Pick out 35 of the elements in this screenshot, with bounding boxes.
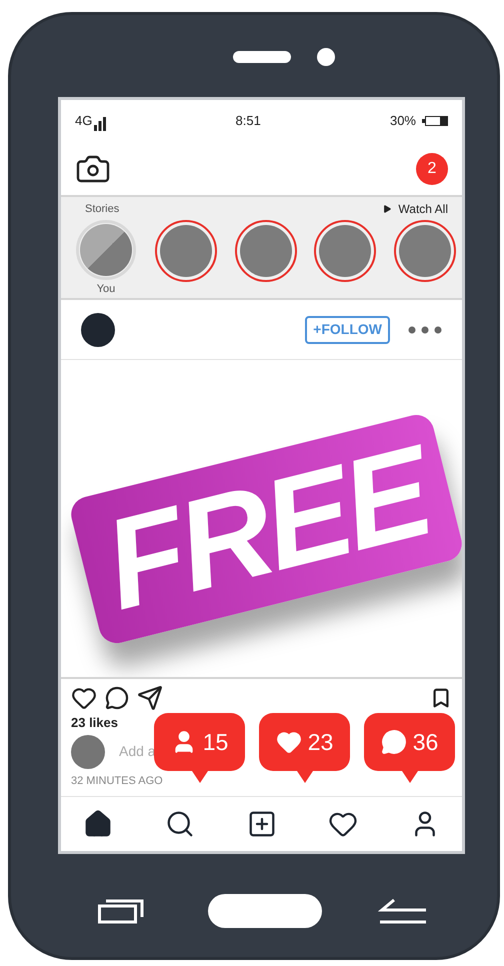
recent-apps-icon[interactable] <box>98 898 144 924</box>
story-avatar[interactable] <box>314 220 376 282</box>
comment-icon[interactable] <box>105 686 129 710</box>
battery-percent: 30% <box>390 112 416 130</box>
notification-badge[interactable]: 2 <box>416 152 448 184</box>
battery-icon <box>422 116 448 126</box>
clock: 8:51 <box>236 112 261 130</box>
bubble-count: 23 <box>308 728 334 756</box>
follow-button[interactable]: +FOLLOW <box>305 316 390 344</box>
back-icon[interactable] <box>378 898 428 924</box>
watch-all-link[interactable]: Watch All <box>382 200 448 218</box>
heart-icon[interactable] <box>71 685 97 711</box>
home-button[interactable] <box>208 894 322 928</box>
bubble-count: 36 <box>412 728 438 756</box>
speech-bubble-icon <box>380 729 407 755</box>
network-label: 4G <box>75 112 92 130</box>
bubble-count: 15 <box>202 728 228 756</box>
post-time: 32 MINUTES AGO <box>71 774 163 788</box>
commenter-avatar <box>71 734 105 768</box>
story-label: You <box>96 282 116 297</box>
search-icon[interactable] <box>164 809 195 839</box>
add-icon[interactable] <box>246 809 276 839</box>
more-icon[interactable] <box>408 326 442 334</box>
play-icon <box>382 204 392 214</box>
likes-count: 23 likes <box>71 714 119 732</box>
stories-title: Stories <box>85 202 120 217</box>
home-icon[interactable] <box>83 809 113 839</box>
heart-icon <box>276 729 302 755</box>
story-avatar[interactable] <box>394 220 456 282</box>
signal-icon <box>94 116 106 131</box>
send-icon[interactable] <box>137 685 163 711</box>
user-avatar[interactable] <box>81 312 115 346</box>
story-avatar[interactable] <box>234 220 296 282</box>
story-avatar[interactable] <box>154 220 217 282</box>
speaker-slot <box>233 51 291 63</box>
